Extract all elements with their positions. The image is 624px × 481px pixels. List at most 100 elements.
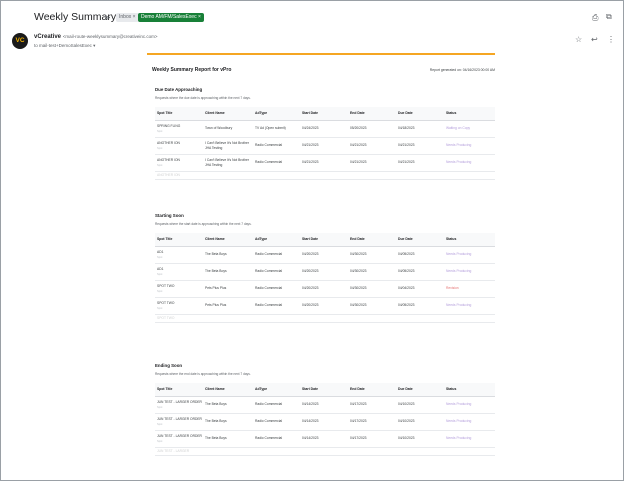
recipient-dropdown[interactable]: to mail-test+DemoSalesExec ▾ xyxy=(34,43,95,49)
cell-due-date: 04/05/2023 xyxy=(396,263,444,281)
spot-type: Spot xyxy=(157,405,163,409)
importance-marker-icon[interactable]: ⪢ xyxy=(105,12,110,23)
cell-adtype: Radio Commercial xyxy=(253,297,300,315)
col-end-date: End Date xyxy=(348,233,396,247)
cell-adtype xyxy=(253,447,300,456)
cell-spot-title: SPOT TWO Spot xyxy=(155,280,203,298)
cell-client-name: Pets Plus Plus xyxy=(203,280,253,298)
table-row: SPOT TWO Spot Pets Plus Plus Radio Commerci… xyxy=(155,297,495,315)
cell-due-date: 04/18/2023 xyxy=(396,120,444,138)
avatar: VC xyxy=(12,33,28,49)
table-header-row: Spot Title Client Name AdType Start Date… xyxy=(155,383,495,397)
col-end-date: End Date xyxy=(348,383,396,397)
email-subject: Weekly Summary xyxy=(34,11,117,23)
cell-client-name: The Beta Boys xyxy=(203,263,253,281)
col-client-name: Client Name xyxy=(203,233,253,247)
table-row-truncated: ANOTHER ION xyxy=(155,171,495,180)
cell-end-date: 04/17/2023 xyxy=(348,430,396,448)
cell-status: Needs Producing xyxy=(444,154,495,172)
cell-adtype: TV Ad (Open submit) xyxy=(253,120,300,138)
cell-due-date xyxy=(396,314,444,323)
table-header-row: Spot Title Client Name AdType Start Date… xyxy=(155,107,495,121)
cell-status: Needs Producing xyxy=(444,246,495,264)
col-client-name: Client Name xyxy=(203,383,253,397)
cell-start-date: 04/24/2023 xyxy=(300,120,348,138)
cell-client-name xyxy=(203,171,253,180)
cell-spot-title: JUN TEST - LARGER ORDER Spot xyxy=(155,413,203,431)
sender-name: vCreative <mail-route-weeklysummary@crea… xyxy=(34,34,158,40)
sender-email: <mail-route-weeklysummary@creativeinc.co… xyxy=(62,34,158,39)
cell-end-date: 04/21/2023 xyxy=(348,137,396,155)
cell-start-date: 04/14/2023 xyxy=(300,396,348,414)
cell-start-date: 04/20/2023 xyxy=(300,280,348,298)
cell-end-date xyxy=(348,171,396,180)
section-title: Starting Soon xyxy=(155,213,184,218)
cell-due-date xyxy=(396,171,444,180)
open-in-new-window-icon[interactable]: ⧉ xyxy=(606,12,612,22)
cell-due-date: 04/04/2023 xyxy=(396,280,444,298)
cell-due-date: 04/05/2023 xyxy=(396,246,444,264)
spot-title: JUN TEST - LARGER ORDER xyxy=(157,399,202,404)
cell-client-name: I Can't Believe It's Not Brother JHA Tes… xyxy=(203,154,253,172)
cell-start-date: 04/21/2023 xyxy=(300,137,348,155)
cell-start-date: 04/14/2023 xyxy=(300,430,348,448)
print-icon[interactable]: ⎙ xyxy=(592,13,598,23)
cell-start-date: 04/20/2023 xyxy=(300,297,348,315)
col-spot-title: Spot Title xyxy=(155,107,203,121)
spot-type: Spot xyxy=(157,255,163,259)
col-end-date: End Date xyxy=(348,107,396,121)
cell-spot-title: ANOTHER ION xyxy=(155,171,203,180)
section-description: Requests where the start date is approac… xyxy=(155,222,252,226)
cell-start-date: 04/20/2023 xyxy=(300,246,348,264)
reply-icon[interactable]: ↩ xyxy=(591,35,598,44)
cell-adtype: Radio Commercial xyxy=(253,430,300,448)
cell-end-date: 04/30/2023 xyxy=(348,246,396,264)
spot-title: JUN TEST - LARGER ORDER xyxy=(157,433,202,438)
cell-client-name: Town of Woodbury xyxy=(203,120,253,138)
star-icon[interactable]: ☆ xyxy=(575,35,582,44)
cell-end-date: 04/17/2023 xyxy=(348,413,396,431)
cell-due-date xyxy=(396,447,444,456)
table-row: AD1 Spot The Beta Boys Radio Commercial 04/2… xyxy=(155,263,495,281)
more-options-icon[interactable]: ⋮ xyxy=(607,35,615,44)
cell-start-date: 04/21/2023 xyxy=(300,154,348,172)
report-header: Weekly Summary Report for vPro Report ge… xyxy=(147,65,495,83)
cell-due-date: 04/10/2023 xyxy=(396,413,444,431)
table-row: SPOT TWO Spot Pets Plus Plus Radio Commerci… xyxy=(155,280,495,298)
cell-client-name: The Beta Boys xyxy=(203,396,253,414)
cell-spot-title: SPOT TWO xyxy=(155,314,203,323)
cell-spot-title: SPRING FLING Spot xyxy=(155,120,203,138)
report-table: Spot Title Client Name AdType Start Date… xyxy=(155,107,495,180)
cell-start-date: 04/14/2023 xyxy=(300,413,348,431)
cell-status xyxy=(444,171,495,180)
spot-type: Spot xyxy=(157,163,163,167)
cell-end-date: 04/30/2023 xyxy=(348,280,396,298)
cell-status: Needs Producing xyxy=(444,297,495,315)
cell-status: Needs Producing xyxy=(444,263,495,281)
cell-status: Needs Producing xyxy=(444,413,495,431)
label-inbox[interactable]: Inbox × xyxy=(116,13,139,22)
cell-adtype xyxy=(253,314,300,323)
spot-type: Spot xyxy=(157,272,163,276)
cell-spot-title: AD1 Spot xyxy=(155,263,203,281)
col-client-name: Client Name xyxy=(203,107,253,121)
label-demo-salesexec[interactable]: Demo AM/FM/SalesExec × xyxy=(138,13,204,22)
cell-adtype xyxy=(253,171,300,180)
cell-status: Needs Producing xyxy=(444,137,495,155)
cell-adtype: Radio Commercial xyxy=(253,137,300,155)
cell-adtype: Radio Commercial xyxy=(253,154,300,172)
spot-title: SPOT TWO xyxy=(157,300,175,305)
cell-start-date xyxy=(300,447,348,456)
col-spot-title: Spot Title xyxy=(155,233,203,247)
table-row: ANOTHER ION Spot I Can't Believe It's Not … xyxy=(155,154,495,172)
spot-title: ANOTHER ION xyxy=(157,140,180,145)
cell-adtype: Radio Commercial xyxy=(253,280,300,298)
report-body: Weekly Summary Report for vPro Report ge… xyxy=(147,53,495,456)
cell-start-date xyxy=(300,314,348,323)
cell-client-name: I Can't Believe It's Not Brother JHA Tes… xyxy=(203,137,253,155)
col-adtype: AdType xyxy=(253,233,300,247)
section-title: Ending Soon xyxy=(155,363,183,368)
table-row-truncated: SPOT TWO xyxy=(155,314,495,323)
cell-adtype: Radio Commercial xyxy=(253,413,300,431)
cell-spot-title: ANOTHER ION Spot xyxy=(155,154,203,172)
